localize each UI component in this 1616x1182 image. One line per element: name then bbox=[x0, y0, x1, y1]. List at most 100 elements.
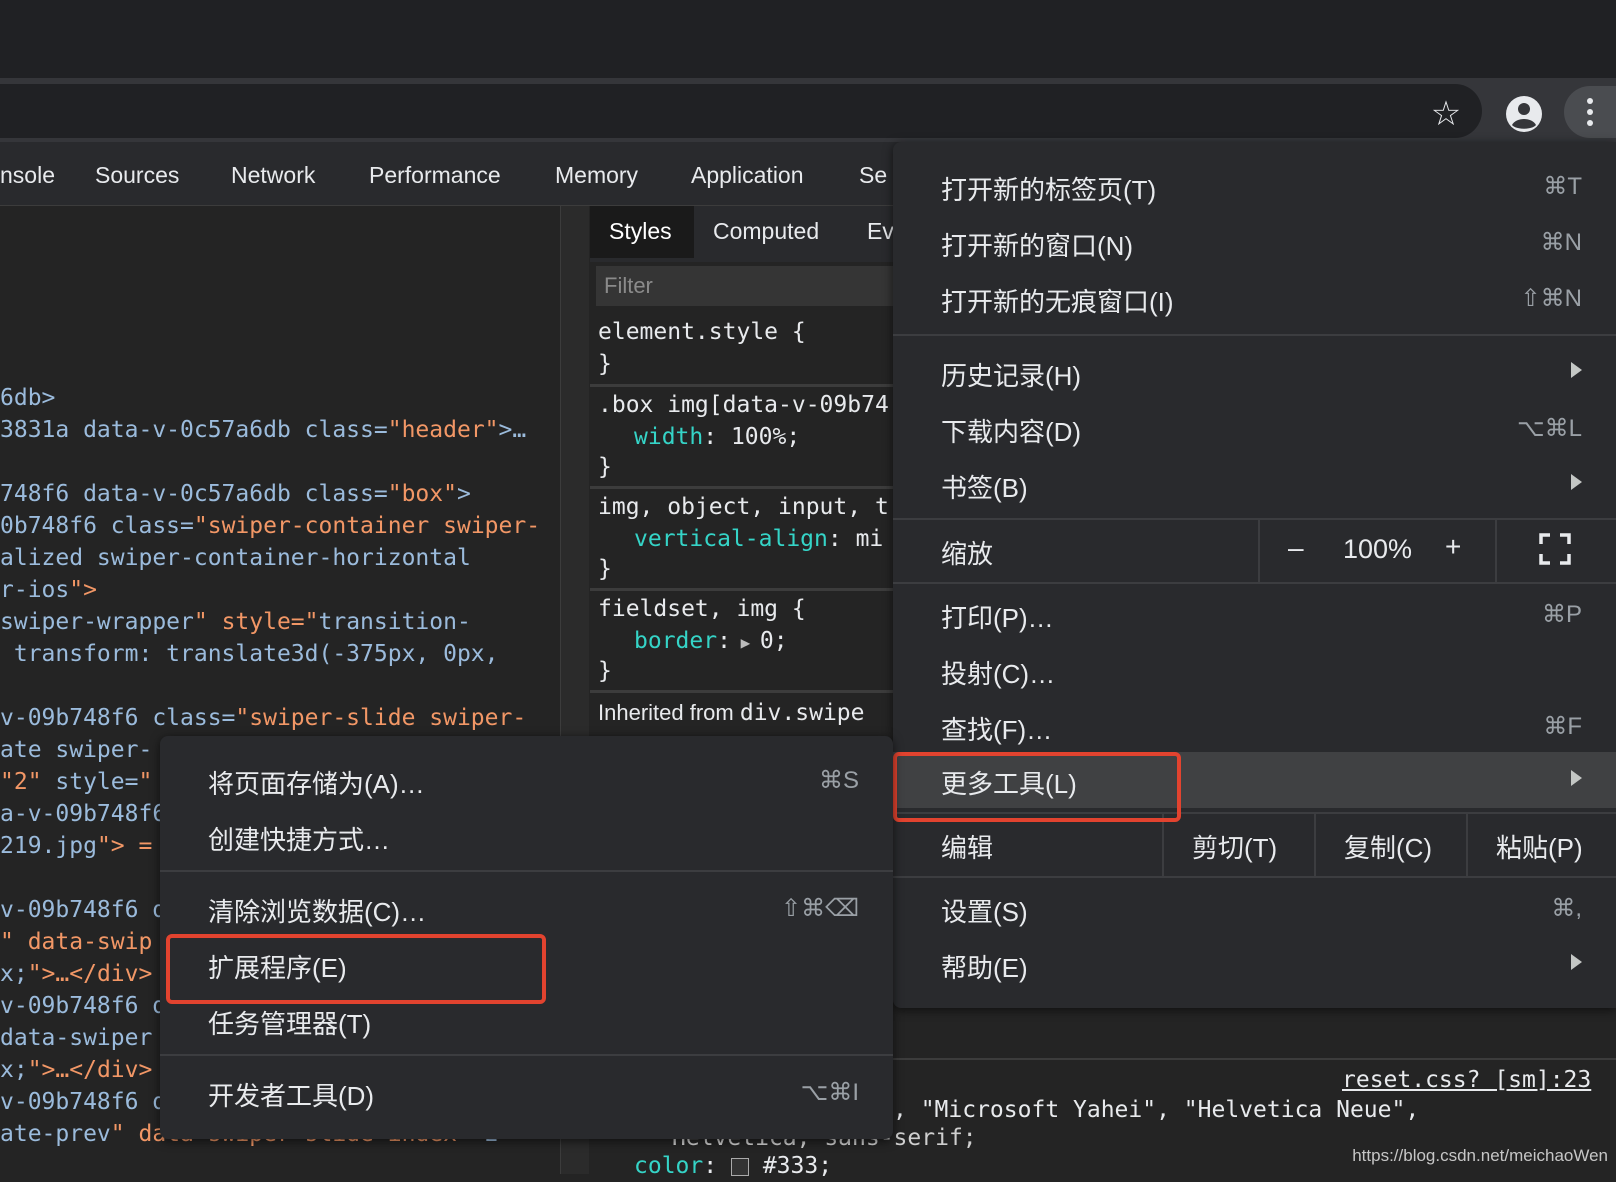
style-rule-selector[interactable]: element.style { bbox=[598, 316, 806, 348]
menu-label: 任务管理器(T) bbox=[208, 1009, 372, 1039]
elements-tree-line[interactable]: x;">…</div> bbox=[0, 1054, 152, 1086]
address-bar[interactable] bbox=[0, 84, 1482, 138]
style-prop-width[interactable]: width: 100%; bbox=[634, 421, 800, 453]
menu-print[interactable]: 打印(P)… ⌘P bbox=[893, 586, 1616, 642]
prop-colon: : bbox=[703, 424, 731, 450]
more-menu-button[interactable] bbox=[1564, 86, 1616, 138]
style-rule-close: } bbox=[598, 351, 612, 377]
menu-new-tab[interactable]: 打开新的标签页(T) ⌘T bbox=[893, 158, 1616, 214]
elements-tree-line[interactable]: v-09b748f6 d bbox=[0, 990, 166, 1022]
copy-button[interactable]: 复制(C) bbox=[1344, 828, 1432, 865]
tab-console[interactable]: nsole bbox=[0, 162, 55, 189]
submenu-create-shortcut[interactable]: 创建快捷方式… bbox=[160, 808, 893, 864]
menu-help[interactable]: 帮助(E) bbox=[893, 936, 1616, 992]
style-prop-vertical-align[interactable]: vertical-align: mi bbox=[634, 523, 883, 555]
elements-tree-line[interactable]: swiper-wrapper" style="transition- bbox=[0, 606, 471, 638]
menu-label: 将页面存储为(A)… bbox=[208, 769, 425, 799]
menu-new-window[interactable]: 打开新的窗口(N) ⌘N bbox=[893, 214, 1616, 270]
menu-bookmarks[interactable]: 书签(B) bbox=[893, 456, 1616, 512]
elements-tree-line[interactable]: data-swiper bbox=[0, 1022, 152, 1054]
style-rule-selector[interactable]: img, object, input, t bbox=[598, 491, 889, 523]
rule-divider bbox=[590, 588, 900, 591]
elements-tree-line[interactable]: v-09b748f6 d bbox=[0, 1086, 166, 1118]
submenu-clear-browsing-data[interactable]: 清除浏览数据(C)… ⇧⌘⌫ bbox=[160, 880, 893, 936]
menu-cast[interactable]: 投射(C)… bbox=[893, 642, 1616, 698]
more-tools-highlight-box bbox=[893, 752, 1181, 822]
rule-divider bbox=[893, 1058, 1616, 1060]
menu-label: 开发者工具(D) bbox=[208, 1081, 375, 1111]
tab-sources[interactable]: Sources bbox=[95, 162, 179, 189]
menu-label: 下载内容(D) bbox=[941, 417, 1082, 447]
elements-tree-line[interactable]: x;">…</div> bbox=[0, 958, 152, 990]
prop-colon: : bbox=[717, 628, 731, 654]
elements-tree-line[interactable]: v-09b748f6 class="swiper-slide swiper- bbox=[0, 702, 526, 734]
menu-shortcut: ⌘, bbox=[1551, 895, 1582, 922]
elements-tree-line[interactable]: a-v-09b748f6 bbox=[0, 798, 166, 830]
tab-memory[interactable]: Memory bbox=[555, 162, 638, 189]
menu-shortcut: ⇧⌘N bbox=[1520, 285, 1582, 312]
menu-shortcut: ⌘F bbox=[1543, 713, 1582, 740]
tab-computed[interactable]: Computed bbox=[713, 218, 819, 245]
elements-tree-line[interactable]: " data-swip bbox=[0, 926, 152, 958]
tab-application[interactable]: Application bbox=[691, 162, 804, 189]
menu-label: 查找(F)… bbox=[941, 715, 1053, 745]
menu-shortcut: ⌘S bbox=[818, 767, 859, 794]
elements-tree-line[interactable]: alized swiper-container-horizontal bbox=[0, 542, 471, 574]
prop-colon: : bbox=[827, 526, 856, 552]
style-rule-selector[interactable]: fieldset, img { bbox=[598, 593, 806, 625]
elements-tree-line[interactable]: r-ios"> bbox=[0, 574, 97, 606]
source-link[interactable]: reset.css? [sm]:23 bbox=[1342, 1064, 1591, 1096]
menu-label: 清除浏览数据(C)… bbox=[208, 897, 427, 927]
fullscreen-icon[interactable] bbox=[1539, 533, 1571, 565]
elements-tree-line[interactable]: 6db> bbox=[0, 382, 55, 414]
color-swatch[interactable] bbox=[730, 1157, 749, 1176]
submenu-arrow-icon bbox=[1571, 362, 1582, 378]
zoom-in-button[interactable]: + bbox=[1445, 531, 1461, 563]
expand-triangle-icon[interactable]: ▶ bbox=[731, 633, 760, 652]
tab-performance[interactable]: Performance bbox=[369, 162, 501, 189]
elements-tree-line[interactable]: 3831a data-v-0c57a6db class="header">… bbox=[0, 414, 526, 446]
elements-tree-line[interactable]: 748f6 data-v-0c57a6db class="box"> bbox=[0, 478, 471, 510]
tab-network[interactable]: Network bbox=[231, 162, 315, 189]
style-prop-border[interactable]: border: ▶ 0; bbox=[634, 625, 788, 659]
bookmark-star-icon[interactable]: ☆ bbox=[1425, 93, 1467, 135]
prop-name: width bbox=[634, 424, 704, 450]
prop-value: 0; bbox=[759, 628, 788, 654]
profile-avatar-icon[interactable] bbox=[1502, 92, 1546, 136]
elements-tree-line[interactable]: v-09b748f6 d bbox=[0, 894, 166, 926]
zoom-divider bbox=[1495, 520, 1497, 582]
menu-new-incognito[interactable]: 打开新的无痕窗口(I) ⇧⌘N bbox=[893, 270, 1616, 326]
edit-divider bbox=[1466, 814, 1468, 876]
elements-tree-line[interactable]: ate swiper- bbox=[0, 734, 152, 766]
submenu-save-page[interactable]: 将页面存储为(A)… ⌘S bbox=[160, 752, 893, 808]
zoom-label: 缩放 bbox=[941, 539, 994, 569]
menu-zoom-row: 缩放 bbox=[893, 520, 1616, 582]
tab-security[interactable]: Se bbox=[859, 162, 887, 189]
inherited-from: Inherited from div.swipe bbox=[598, 700, 864, 726]
style-prop-color[interactable]: color: #333; bbox=[634, 1150, 832, 1182]
submenu-arrow-icon bbox=[1571, 954, 1582, 970]
elements-tree-line[interactable]: transform: translate3d(-375px, 0px, bbox=[0, 638, 499, 670]
prop-colon: : bbox=[703, 1153, 731, 1179]
menu-settings[interactable]: 设置(S) ⌘, bbox=[893, 880, 1616, 936]
elements-tree-line[interactable]: 0b748f6 class="swiper-container swiper- bbox=[0, 510, 540, 542]
submenu-arrow-icon bbox=[1571, 770, 1582, 786]
elements-tree-line[interactable]: 219.jpg"> = bbox=[0, 830, 152, 862]
cut-button[interactable]: 剪切(T) bbox=[1192, 828, 1277, 865]
tab-event-listeners[interactable]: Ev bbox=[867, 218, 894, 245]
inherited-label: Inherited from bbox=[598, 700, 734, 725]
submenu-developer-tools[interactable]: 开发者工具(D) ⌥⌘I bbox=[160, 1064, 893, 1120]
elements-tree-line[interactable]: "2" style=" bbox=[0, 766, 152, 798]
zoom-out-button[interactable]: – bbox=[1288, 532, 1304, 564]
menu-find[interactable]: 查找(F)… ⌘F bbox=[893, 698, 1616, 754]
style-rule-selector[interactable]: .box img[data-v-09b74 bbox=[598, 389, 889, 421]
extensions-highlight-box bbox=[166, 934, 546, 1004]
menu-history[interactable]: 历史记录(H) bbox=[893, 344, 1616, 400]
paste-button[interactable]: 粘贴(P) bbox=[1496, 828, 1583, 865]
menu-label: 投射(C)… bbox=[941, 659, 1056, 689]
menu-downloads[interactable]: 下载内容(D) ⌥⌘L bbox=[893, 400, 1616, 456]
prop-value: #333; bbox=[762, 1153, 833, 1179]
styles-filter-input[interactable]: Filter bbox=[596, 266, 896, 306]
inherited-selector[interactable]: div.swipe bbox=[740, 700, 865, 726]
tab-styles[interactable]: Styles bbox=[609, 218, 672, 245]
